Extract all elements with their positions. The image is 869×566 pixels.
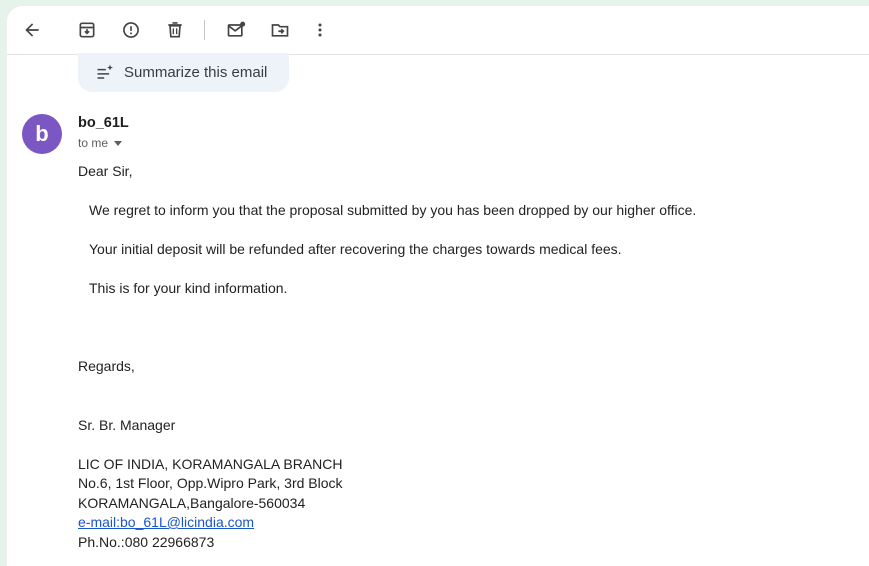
report-spam-icon[interactable]	[111, 10, 151, 50]
back-arrow-icon[interactable]	[12, 10, 52, 50]
email-paragraph-2: Your initial deposit will be refunded af…	[89, 241, 622, 257]
more-vert-icon[interactable]	[300, 10, 340, 50]
signature-org: LIC OF INDIA, KORAMANGALA BRANCH	[78, 456, 343, 472]
email-closing: Regards,	[78, 358, 135, 374]
summarize-icon	[97, 64, 113, 79]
email-greeting: Dear Sir,	[78, 163, 133, 179]
email-paragraph-3: This is for your kind information.	[89, 280, 288, 296]
sender-name[interactable]: bo_61L	[78, 115, 129, 131]
summarize-button[interactable]: Summarize this email	[78, 53, 289, 92]
email-toolbar	[7, 6, 869, 55]
avatar-letter: b	[35, 121, 49, 146]
delete-icon[interactable]	[155, 10, 195, 50]
signature-email-link[interactable]: e-mail:bo_61L@licindia.com	[78, 514, 254, 530]
email-panel: Summarize this email b bo_61L to me Dear…	[7, 6, 869, 566]
signature-address-line-2: KORAMANGALA,Bangalore-560034	[78, 495, 306, 511]
toolbar-divider	[204, 20, 205, 40]
recipient-label: to me	[78, 136, 109, 150]
move-to-icon[interactable]	[260, 10, 300, 50]
avatar[interactable]: b	[22, 114, 62, 154]
archive-icon[interactable]	[67, 10, 107, 50]
recipient-details[interactable]: to me	[78, 136, 123, 150]
signature-title: Sr. Br. Manager	[78, 417, 176, 433]
email-paragraph-1: We regret to inform you that the proposa…	[89, 202, 697, 218]
signature-address-line-1: No.6, 1st Floor, Opp.Wipro Park, 3rd Blo…	[78, 475, 343, 491]
caret-down-icon	[114, 140, 123, 146]
mark-unread-icon[interactable]	[216, 10, 256, 50]
signature-phone: Ph.No.:080 22966873	[78, 534, 215, 550]
summarize-label: Summarize this email	[124, 64, 268, 81]
